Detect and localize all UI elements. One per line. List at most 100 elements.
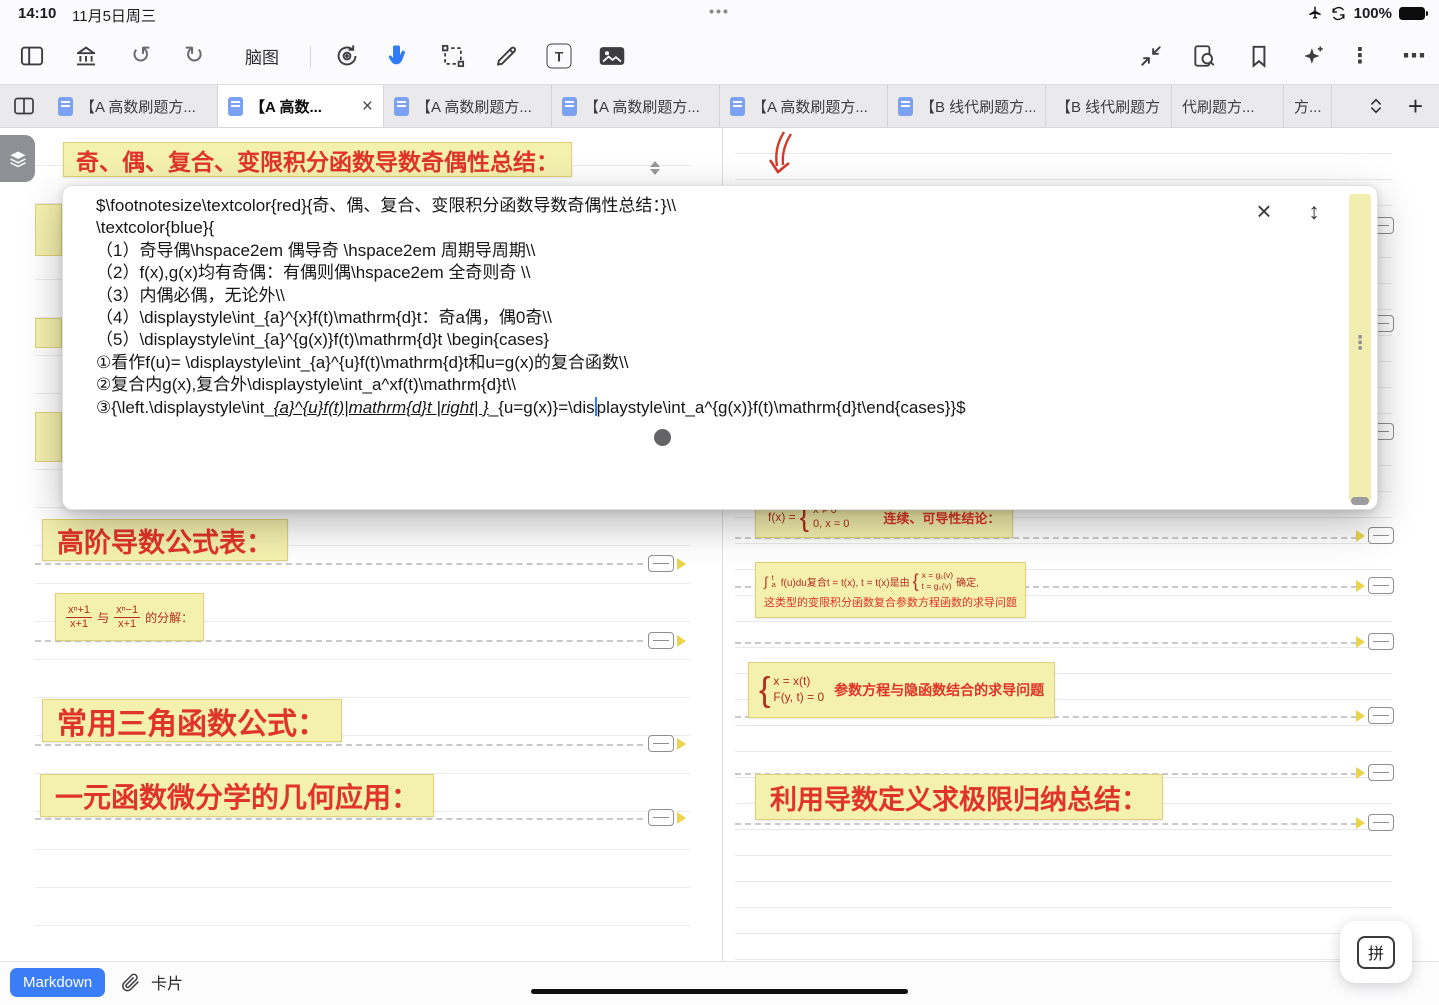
- varlimit-formula: ∫ ta f(u)du复合t = t(x), t = t(x)是由 { x = …: [764, 570, 979, 592]
- more-vertical-icon[interactable]: ⋮: [1350, 44, 1371, 69]
- main-toolbar: ↺ ↻ 脑图 T ⋮ ⋯: [0, 28, 1439, 84]
- panes-icon[interactable]: [0, 85, 48, 127]
- section-divider: [735, 823, 1357, 825]
- mindmap-button[interactable]: 脑图: [245, 44, 279, 69]
- latex-editor[interactable]: $\footnotesize\textcolor{red}{奇、偶、复合、变限积…: [96, 195, 1297, 419]
- text-drag-handle[interactable]: [654, 429, 671, 446]
- tab-doc-2-active[interactable]: 【A 高数... ×: [218, 85, 384, 127]
- selection-tool-icon[interactable]: [440, 43, 467, 70]
- library-icon[interactable]: [73, 43, 100, 70]
- note-card-marker[interactable]: [1356, 527, 1394, 544]
- note-card-marker[interactable]: [648, 555, 686, 572]
- battery-percent: 100%: [1354, 5, 1392, 22]
- add-tab-button[interactable]: +: [1408, 93, 1423, 119]
- fraction-note[interactable]: xⁿ+1 x+1 与 xⁿ−1 x+1 的分解：: [55, 593, 204, 641]
- tab-doc-6[interactable]: 【B 线代刷题方...: [888, 85, 1046, 127]
- piecewise-label: 连续、可导性结论：: [883, 508, 1000, 527]
- note-card-marker[interactable]: [1356, 633, 1394, 650]
- editor-current-line: ③{\left.\displaystyle\int_{a}^{u}f(t)|ma…: [96, 397, 1297, 419]
- parametric-note[interactable]: { x = x(t) F(y, t) = 0 参数方程与隐函数结合的求导问题: [748, 662, 1055, 718]
- note-card-marker[interactable]: [1356, 707, 1394, 724]
- card-flag-icon: [677, 738, 686, 750]
- card-icon: [1368, 707, 1394, 724]
- auto-settings-icon[interactable]: [334, 43, 361, 70]
- note-card-marker[interactable]: [1356, 764, 1394, 781]
- tab-doc-7[interactable]: 【B 线代刷题方...: [1046, 85, 1172, 127]
- document-search-icon[interactable]: [1191, 43, 1217, 69]
- card-flag-icon: [1356, 580, 1365, 592]
- note-fragment[interactable]: [35, 204, 62, 256]
- tab-doc-8[interactable]: 代刷题方...: [1172, 85, 1284, 127]
- status-date: 11月5日周三: [72, 5, 156, 26]
- card-icon: [1368, 577, 1394, 594]
- tab-doc-3[interactable]: 【A 高数刷题方...: [384, 85, 552, 127]
- document-icon: [394, 97, 409, 116]
- note-fragment[interactable]: [35, 412, 62, 462]
- card-icon: [648, 632, 674, 649]
- image-tool-icon[interactable]: [598, 43, 627, 70]
- tab-doc-9[interactable]: 方...: [1284, 85, 1332, 127]
- card-icon: [648, 555, 674, 572]
- card-flag-icon: [1356, 636, 1365, 648]
- card-attachment-button[interactable]: 卡片: [120, 970, 183, 994]
- pinyin-keyboard-button[interactable]: 拼: [1340, 921, 1412, 983]
- document-icon: [562, 97, 577, 116]
- trig-note[interactable]: 常用三角函数公式：: [42, 699, 342, 742]
- note-card-marker[interactable]: [1356, 577, 1394, 594]
- higher-order-note[interactable]: 高阶导数公式表：: [42, 519, 288, 561]
- card-flag-icon: [677, 558, 686, 570]
- pinyin-key-glyph: 拼: [1357, 936, 1395, 969]
- status-time: 14:10: [18, 5, 56, 22]
- variable-limit-note[interactable]: ∫ ta f(u)du复合t = t(x), t = t(x)是由 { x = …: [755, 562, 1026, 618]
- tab-close-icon[interactable]: ×: [362, 97, 373, 116]
- editor-scroll-strip[interactable]: ⋮: [1349, 194, 1371, 503]
- scrollbar-thumb[interactable]: [1351, 497, 1369, 505]
- paperclip-icon: [120, 972, 141, 993]
- note-card-marker[interactable]: [648, 735, 686, 752]
- document-icon: [58, 97, 73, 116]
- status-bar: 14:10 11月5日周三 ••• 100%: [0, 0, 1439, 28]
- tab-bar: 【A 高数刷题方... 【A 高数... × 【A 高数刷题方... 【A 高数…: [0, 84, 1439, 128]
- close-icon[interactable]: ×: [1249, 196, 1279, 226]
- redo-icon[interactable]: ↻: [184, 44, 204, 68]
- note-card-marker[interactable]: [1356, 814, 1394, 831]
- note-fragment[interactable]: [35, 318, 62, 348]
- bookmark-icon[interactable]: [1246, 43, 1272, 69]
- drag-dots-icon[interactable]: ⋮: [1349, 332, 1371, 355]
- sidebar-toggle-icon[interactable]: [19, 43, 46, 70]
- bottom-bar: Markdown 卡片: [0, 961, 1439, 1005]
- text-tool-icon[interactable]: T: [547, 44, 572, 69]
- status-ellipsis[interactable]: •••: [709, 3, 730, 19]
- airplane-mode-icon: [1307, 5, 1323, 21]
- tab-sort-icon[interactable]: [1366, 96, 1386, 116]
- resize-vertical-icon[interactable]: ↕: [1299, 196, 1329, 226]
- card-icon: [1368, 764, 1394, 781]
- tab-doc-1[interactable]: 【A 高数刷题方...: [48, 85, 218, 127]
- more-horizontal-icon[interactable]: ⋯: [1402, 42, 1426, 71]
- section-divider: [735, 642, 1357, 644]
- toolbar-divider: [310, 46, 311, 68]
- note-card-marker[interactable]: [648, 809, 686, 826]
- derivative-limit-note[interactable]: 利用导数定义求极限归纳总结：: [755, 774, 1163, 820]
- ai-sparkle-icon[interactable]: [1300, 43, 1327, 70]
- collapse-stepper-icon[interactable]: [650, 161, 660, 175]
- tab-doc-4[interactable]: 【A 高数刷题方...: [552, 85, 720, 127]
- undo-icon[interactable]: ↺: [131, 44, 151, 68]
- summary-header-note[interactable]: 奇、偶、复合、变限积分函数导数奇偶性总结：: [63, 142, 572, 177]
- pointer-tool-icon[interactable]: [387, 43, 414, 70]
- document-icon: [730, 97, 745, 116]
- card-icon: [648, 735, 674, 752]
- note-card-marker[interactable]: [648, 632, 686, 649]
- section-divider: [35, 563, 643, 565]
- card-icon: [648, 809, 674, 826]
- pen-tool-icon[interactable]: [493, 43, 520, 70]
- layers-handle[interactable]: [0, 135, 35, 182]
- card-flag-icon: [1356, 767, 1365, 779]
- card-icon: [1368, 814, 1394, 831]
- markdown-button[interactable]: Markdown: [10, 968, 105, 997]
- collapse-icon[interactable]: [1138, 43, 1164, 69]
- section-divider: [35, 744, 643, 746]
- tab-doc-5[interactable]: 【A 高数刷题方...: [720, 85, 888, 127]
- geometry-note[interactable]: 一元函数微分学的几何应用：: [40, 774, 434, 817]
- home-indicator[interactable]: [531, 989, 908, 994]
